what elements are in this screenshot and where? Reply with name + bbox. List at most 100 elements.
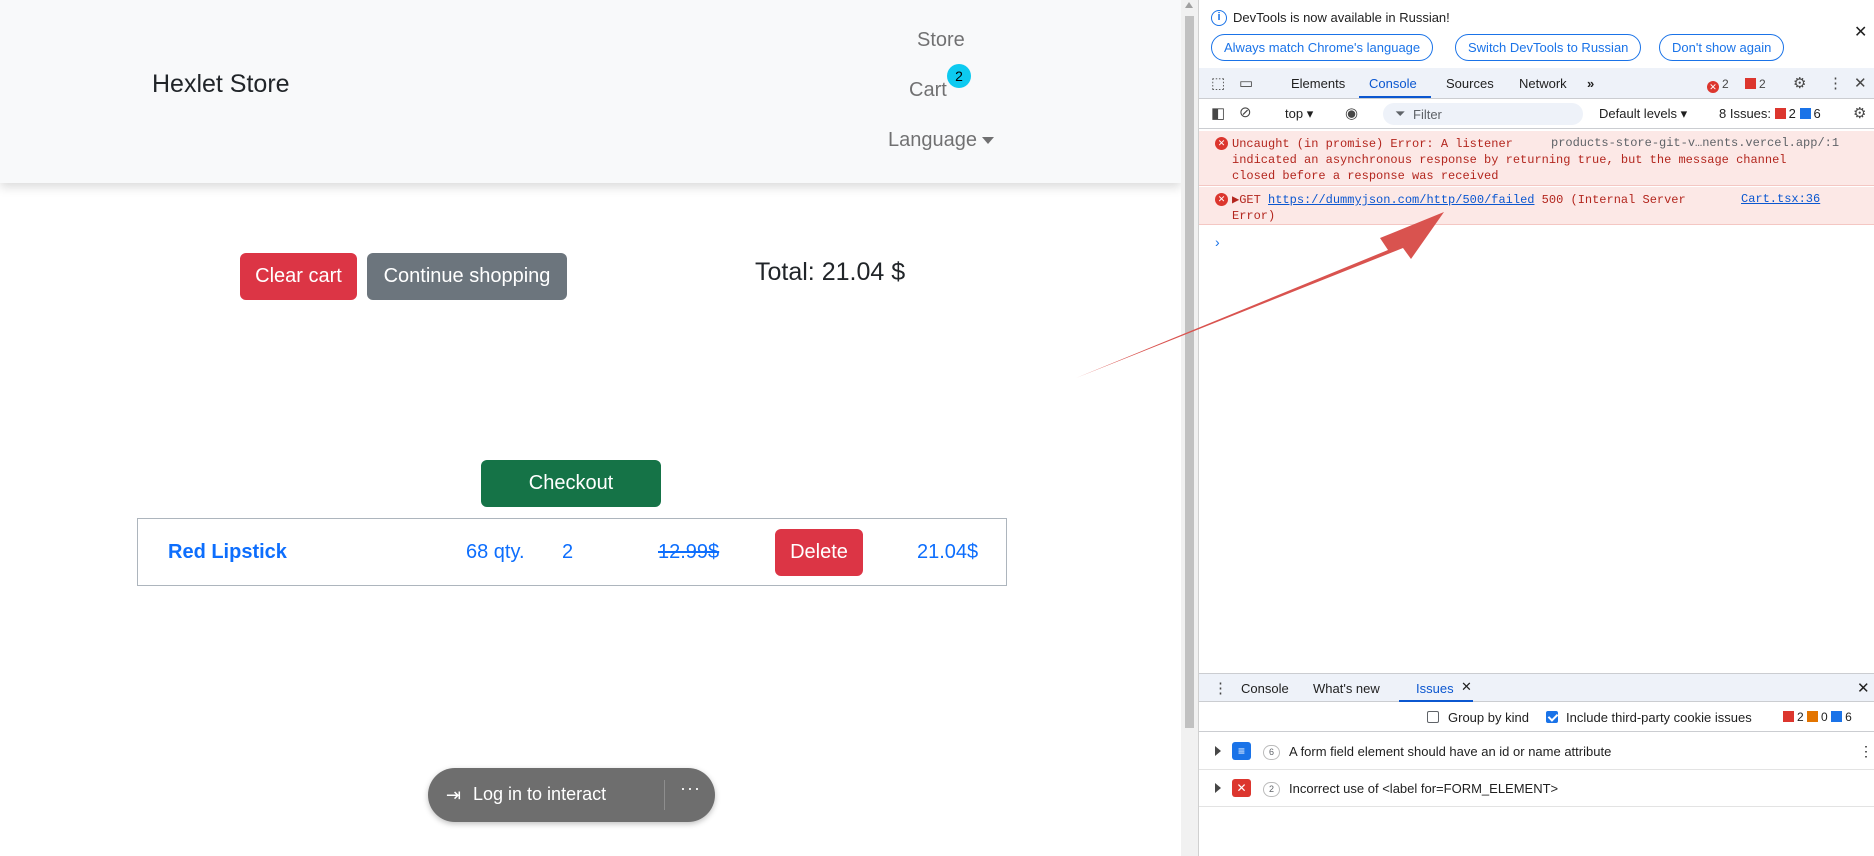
close-devtools-icon[interactable]: ✕ bbox=[1854, 74, 1867, 92]
login-to-interact-label: Log in to interact bbox=[473, 784, 607, 804]
levels-label: Default levels bbox=[1599, 106, 1678, 121]
product-sum: 21.04$ bbox=[917, 541, 979, 563]
always-match-language-button[interactable]: Always match Chrome's language bbox=[1211, 34, 1434, 61]
close-drawer-icon[interactable]: ✕ bbox=[1857, 679, 1870, 697]
devtools-tabbar: ⬚ ▭ Elements Console Sources Network » ✕… bbox=[1199, 68, 1874, 99]
issue-title: A form field element should have an id o… bbox=[1289, 744, 1612, 759]
tab-network[interactable]: Network bbox=[1519, 76, 1567, 91]
clear-console-icon[interactable]: ⊘ bbox=[1239, 103, 1252, 121]
inspect-element-icon[interactable]: ⬚ bbox=[1211, 74, 1225, 92]
error-icon: ✕ bbox=[1215, 137, 1228, 150]
tab-sources[interactable]: Sources bbox=[1446, 76, 1494, 91]
issues-red-count: 2 bbox=[1797, 710, 1804, 724]
drawer-tab-issues[interactable]: Issues bbox=[1416, 681, 1454, 696]
console-error-message[interactable]: ✕ ▶GET https://dummyjson.com/http/500/fa… bbox=[1199, 187, 1874, 225]
error-issue-icon: ✕ bbox=[1232, 779, 1251, 797]
context-selector[interactable]: top ▾ bbox=[1285, 106, 1313, 122]
more-tabs-icon[interactable]: » bbox=[1587, 76, 1594, 91]
issues-orange-count: 0 bbox=[1821, 710, 1828, 724]
product-old-price: 12.99$ bbox=[658, 541, 720, 563]
product-name-link[interactable]: Red Lipstick bbox=[168, 541, 287, 564]
include-third-party-label: Include third-party cookie issues bbox=[1566, 710, 1752, 725]
issue-count-badge: 6 bbox=[1263, 745, 1280, 760]
console-error-message[interactable]: ✕ Uncaught (in promise) Error: A listene… bbox=[1199, 131, 1874, 186]
console-prompt-icon[interactable]: › bbox=[1215, 234, 1220, 250]
nav-cart-link[interactable]: Cart bbox=[909, 79, 947, 102]
cart-count-badge: 2 bbox=[947, 64, 971, 88]
more-options-icon[interactable]: ··· bbox=[680, 778, 701, 799]
scroll-up-arrow-icon[interactable] bbox=[1185, 2, 1193, 8]
settings-gear-icon[interactable]: ⚙ bbox=[1793, 74, 1806, 92]
error-count-badge[interactable]: ✕ 2 bbox=[1707, 77, 1729, 93]
issues-toolbar: Group by kind Include third-party cookie… bbox=[1199, 703, 1874, 732]
language-dropdown[interactable]: Language bbox=[888, 129, 994, 152]
infobar-message: DevTools is now available in Russian! bbox=[1233, 10, 1450, 25]
error-count: 2 bbox=[1722, 77, 1729, 91]
issues-red-count: 2 bbox=[1788, 106, 1796, 121]
product-quantity: 2 bbox=[562, 541, 574, 563]
cart-total: Total: 21.04 $ bbox=[755, 258, 906, 286]
language-infobar: i DevTools is now available in Russian! … bbox=[1199, 0, 1874, 68]
issue-error-icon bbox=[1783, 711, 1794, 722]
nav-store-link[interactable]: Store bbox=[917, 29, 965, 52]
filter-icon: ⏷ bbox=[1395, 106, 1406, 121]
console-settings-icon[interactable]: ⚙ bbox=[1853, 104, 1866, 122]
close-icon[interactable]: ✕ bbox=[1854, 22, 1867, 42]
issues-counter[interactable]: 8 Issues: 2 6 bbox=[1719, 106, 1821, 121]
issue-count-badge: 2 bbox=[1263, 782, 1280, 797]
error-source-link[interactable]: products-store-git-v…nents.vercel.app/:1 bbox=[1551, 136, 1839, 150]
brand-logo[interactable]: Hexlet Store bbox=[152, 70, 290, 99]
tab-elements[interactable]: Elements bbox=[1291, 76, 1345, 91]
expand-arrow-icon[interactable] bbox=[1215, 746, 1221, 756]
issue-title: Incorrect use of <label for=FORM_ELEMENT… bbox=[1289, 781, 1559, 796]
issue-row[interactable]: ≡ 6 A form field element should have an … bbox=[1199, 734, 1874, 770]
delete-item-button[interactable]: Delete bbox=[775, 529, 863, 576]
device-toolbar-icon[interactable]: ▭ bbox=[1239, 74, 1253, 92]
filter-placeholder: Filter bbox=[1413, 107, 1442, 122]
group-by-kind-checkbox[interactable] bbox=[1427, 711, 1439, 723]
drawer-menu-icon[interactable]: ⋮ bbox=[1213, 679, 1228, 697]
include-third-party-checkbox[interactable] bbox=[1546, 711, 1558, 723]
warning-count: 2 bbox=[1759, 77, 1766, 91]
kebab-menu-icon[interactable]: ⋮ bbox=[1828, 74, 1843, 92]
close-tab-icon[interactable]: ✕ bbox=[1461, 679, 1472, 695]
page-scrollbar[interactable] bbox=[1181, 0, 1198, 856]
sidebar-toggle-icon[interactable]: ◧ bbox=[1211, 104, 1225, 122]
console-filter-input[interactable]: ⏷ Filter bbox=[1383, 103, 1583, 125]
drawer-tabbar: ⋮ Console What's new Issues ✕ ✕ bbox=[1199, 673, 1874, 702]
issues-blue-count: 6 bbox=[1845, 710, 1852, 724]
issue-warning-icon bbox=[1807, 711, 1819, 722]
active-tab-indicator bbox=[1359, 96, 1431, 98]
error-icon: ✕ bbox=[1707, 81, 1719, 93]
checkout-button[interactable]: Checkout bbox=[481, 460, 661, 507]
expand-arrow-icon[interactable] bbox=[1215, 783, 1221, 793]
cart-item-row: Red Lipstick 68 qty. 2 12.99$ Delete 21.… bbox=[137, 518, 1007, 586]
warning-count-badge[interactable]: 2 bbox=[1745, 77, 1766, 91]
console-toolbar: ◧ ⊘ top ▾ ◉ ⏷ Filter Default levels ▾ 8 … bbox=[1199, 99, 1874, 129]
language-label: Language bbox=[888, 129, 977, 151]
error-icon: ✕ bbox=[1215, 193, 1228, 206]
live-expression-eye-icon[interactable]: ◉ bbox=[1345, 104, 1358, 122]
clear-cart-button[interactable]: Clear cart bbox=[240, 253, 357, 300]
context-label: top bbox=[1285, 106, 1304, 121]
kebab-menu-icon[interactable]: ⋮ bbox=[1859, 743, 1873, 760]
issue-info-icon bbox=[1831, 711, 1843, 722]
dont-show-again-button[interactable]: Don't show again bbox=[1659, 34, 1785, 61]
tab-console[interactable]: Console bbox=[1369, 76, 1417, 91]
drawer-tab-whats-new[interactable]: What's new bbox=[1313, 681, 1380, 696]
log-levels-dropdown[interactable]: Default levels ▾ bbox=[1599, 106, 1687, 122]
switch-to-russian-button[interactable]: Switch DevTools to Russian bbox=[1455, 34, 1642, 61]
issue-row[interactable]: ✕ 2 Incorrect use of <label for=FORM_ELE… bbox=[1199, 771, 1874, 807]
issue-info-icon bbox=[1799, 108, 1811, 119]
login-to-interact-overlay[interactable]: ⇥ Log in to interact ··· bbox=[428, 768, 715, 822]
error-text: ▶GET https://dummyjson.com/http/500/fail… bbox=[1232, 192, 1792, 224]
sign-in-icon: ⇥ bbox=[446, 785, 462, 805]
error-source-link[interactable]: Cart.tsx:36 bbox=[1741, 192, 1820, 206]
drawer-tab-console[interactable]: Console bbox=[1241, 681, 1289, 696]
continue-shopping-button[interactable]: Continue shopping bbox=[367, 253, 567, 300]
store-page: Hexlet Store Store Cart 2 Language Clear… bbox=[0, 0, 1181, 856]
scrollbar-thumb[interactable] bbox=[1185, 16, 1194, 728]
issues-label: 8 Issues: bbox=[1719, 106, 1772, 121]
devtools-panel: i DevTools is now available in Russian! … bbox=[1198, 0, 1874, 856]
failed-request-url[interactable]: https://dummyjson.com/http/500/failed bbox=[1268, 193, 1534, 207]
